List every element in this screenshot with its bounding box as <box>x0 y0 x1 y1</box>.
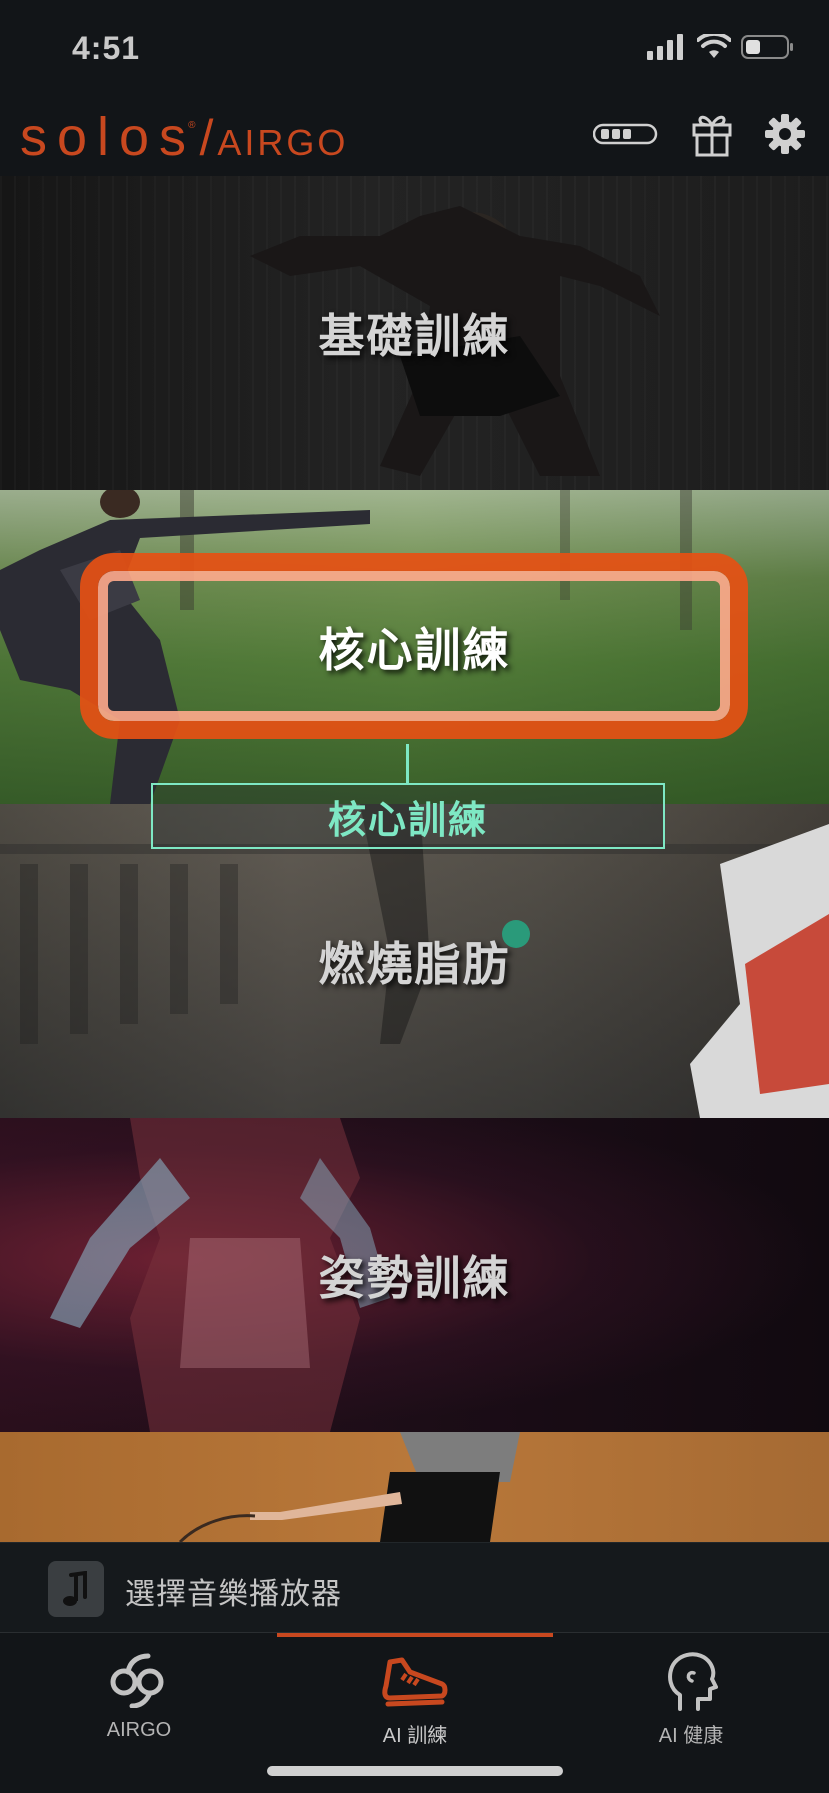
category-label: 姿勢訓練 <box>318 1251 511 1305</box>
tab-ai-training[interactable]: AI 訓練 <box>277 1633 553 1753</box>
status-time: 4:51 <box>72 30 141 66</box>
category-card-basic-training[interactable]: 基礎訓練 <box>0 176 829 490</box>
gift-icon[interactable] <box>691 111 733 161</box>
settings-gear-icon[interactable] <box>765 114 805 158</box>
logo-brand: solos <box>20 107 197 167</box>
tab-airgo[interactable]: AIRGO <box>1 1633 277 1753</box>
battery-icon <box>741 34 795 64</box>
annotation-box: 核心訓練 <box>151 783 665 849</box>
airgo-logo-icon <box>106 1649 172 1711</box>
cellular-signal-icon <box>647 34 687 64</box>
annotation-connector <box>406 744 409 784</box>
category-label: 基礎訓練 <box>318 309 511 363</box>
music-player-label: 選擇音樂播放器 <box>125 1577 342 1612</box>
wifi-icon <box>696 31 732 64</box>
status-bar: 4:51 <box>0 0 829 100</box>
logo-separator: / <box>199 110 214 166</box>
home-indicator[interactable] <box>267 1766 563 1776</box>
tab-label: AI 健康 <box>658 1725 724 1747</box>
annotation-label: 核心訓練 <box>327 797 488 842</box>
logo-registered-mark: ® <box>188 120 196 131</box>
header-actions <box>592 110 805 162</box>
glasses-battery-icon[interactable] <box>592 123 659 149</box>
training-category-list[interactable]: 基礎訓練 核心訓練 燃燒脂肪 姿勢訓練 <box>0 176 829 1542</box>
tab-label: AI 訓練 <box>382 1725 448 1747</box>
status-icons <box>647 31 795 64</box>
tab-ai-health[interactable]: AI 健康 <box>553 1633 829 1753</box>
jump-rope-photo <box>178 1432 520 1542</box>
category-card-posture-training[interactable]: 姿勢訓練 <box>0 1118 829 1432</box>
category-card-jump-rope[interactable] <box>0 1432 829 1542</box>
head-profile-icon <box>664 1649 718 1711</box>
category-card-fat-burning[interactable]: 燃燒脂肪 <box>0 804 829 1118</box>
tab-label: AIRGO <box>106 1719 172 1741</box>
running-shoe-icon <box>380 1649 450 1711</box>
category-label: 核心訓練 <box>318 623 511 677</box>
category-label: 燃燒脂肪 <box>318 937 511 991</box>
category-card-core-training[interactable]: 核心訓練 <box>0 490 829 804</box>
app-header: solos ® / AIRGO <box>0 100 829 177</box>
solos-airgo-logo: solos ® / AIRGO <box>20 106 348 168</box>
music-note-icon <box>48 1561 104 1617</box>
logo-product: AIRGO <box>217 122 349 163</box>
music-player-bar[interactable]: 選擇音樂播放器 <box>0 1542 829 1633</box>
